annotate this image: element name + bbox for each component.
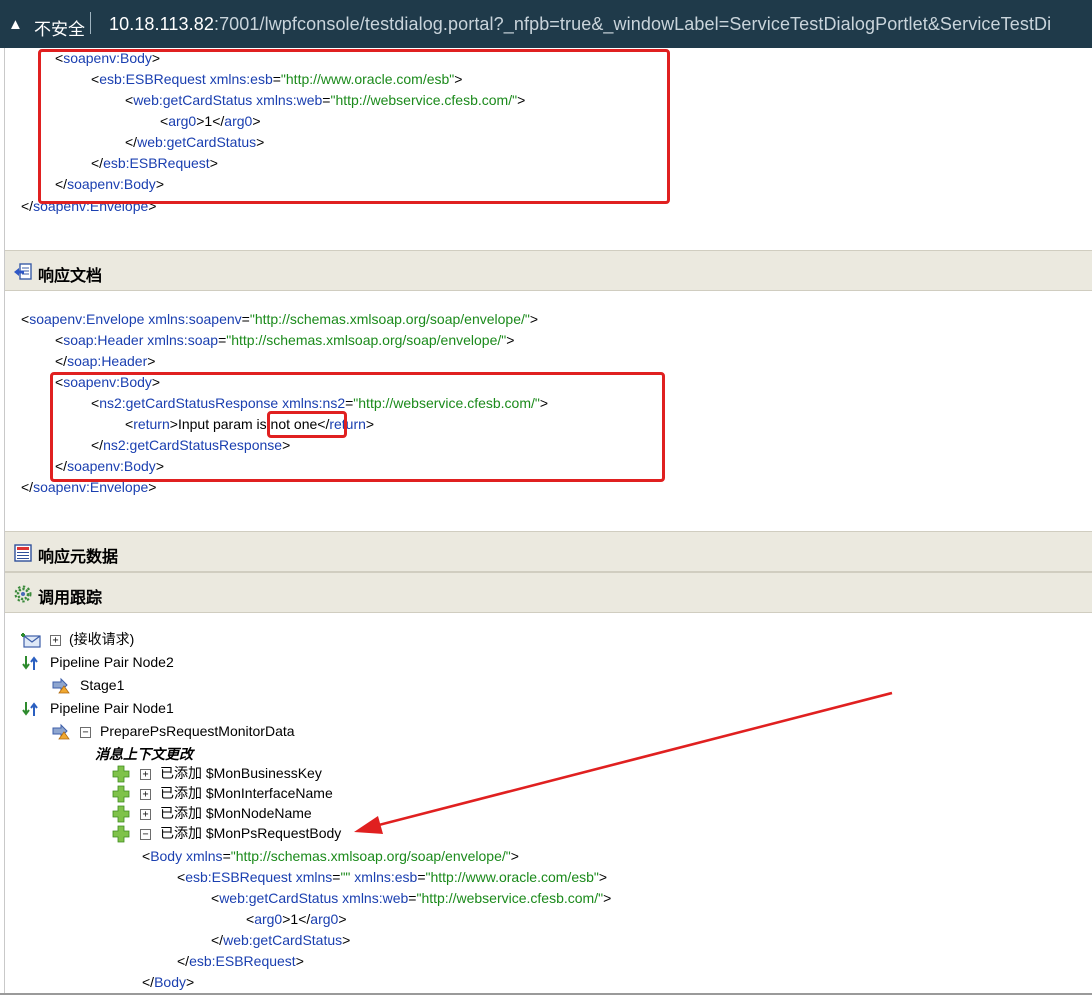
url-path: :7001/lwpfconsole/testdialog.portal?_nfp… — [213, 14, 1052, 34]
xml-line: <soapenv:Body> — [55, 374, 161, 390]
section-header-response-metadata[interactable]: 响应元数据 — [5, 531, 1092, 572]
xml-line: <Body xmlns="http://schemas.xmlsoap.org/… — [142, 848, 519, 864]
pipeline-pair-icon — [22, 656, 38, 670]
metadata-icon — [14, 544, 32, 562]
section-title: 响应元数据 — [38, 547, 119, 566]
xml-line: <ns2:getCardStatusResponse xmlns:ns2="ht… — [91, 395, 549, 411]
stage-icon — [52, 677, 70, 694]
xml-line: </web:getCardStatus> — [211, 932, 351, 948]
expand-toggle[interactable]: + — [140, 769, 151, 780]
response-return-value: Input param is not one — [177, 416, 318, 432]
xml-line: <soap:Header xmlns:soap="http://schemas.… — [55, 332, 515, 348]
xml-line: <esb:ESBRequest xmlns="" xmlns:esb="http… — [177, 869, 608, 885]
xml-line: <return>Input param is not one</return> — [125, 416, 375, 432]
add-icon — [112, 805, 130, 823]
warning-icon[interactable]: ▲ — [8, 16, 23, 33]
separator — [90, 12, 91, 34]
test-console-panel: <soapenv:Body> <esb:ESBRequest xmlns:esb… — [4, 48, 1092, 994]
xml-line: <arg0>1</arg0> — [246, 911, 347, 927]
context-changes-label: 消息上下文更改 — [95, 747, 193, 763]
xml-line: </soapenv:Envelope> — [21, 198, 157, 214]
section-title: 响应文档 — [38, 266, 103, 285]
xml-line: </soap:Header> — [55, 353, 156, 369]
xml-line: </soapenv:Body> — [55, 458, 164, 474]
stage-icon — [52, 723, 70, 740]
xml-line: </Body> — [142, 974, 195, 990]
envelope-icon — [21, 633, 41, 648]
url-host: 10.18.113.82 — [109, 14, 214, 34]
gear-icon — [14, 585, 32, 603]
section-title: 调用跟踪 — [38, 588, 103, 607]
xml-line: </esb:ESBRequest> — [177, 953, 304, 969]
pipeline-pair-icon — [22, 702, 38, 716]
expand-toggle[interactable]: + — [50, 635, 61, 646]
tree-item-node2[interactable]: Pipeline Pair Node2 — [50, 652, 174, 673]
url-text[interactable]: 10.18.113.82:7001/lwpfconsole/testdialog… — [109, 14, 1051, 35]
section-header-response-document[interactable]: 响应文档 — [5, 250, 1092, 291]
xml-line: <web:getCardStatus xmlns:web="http://web… — [211, 890, 612, 906]
tree-item-added[interactable]: 已添加 $MonInterfaceName — [160, 783, 333, 804]
expand-toggle[interactable]: + — [140, 789, 151, 800]
tree-item-added[interactable]: 已添加 $MonBusinessKey — [160, 763, 322, 784]
insecure-label[interactable]: 不安全 — [34, 15, 85, 40]
xml-line: <arg0>1</arg0> — [160, 113, 261, 129]
xml-line: <soapenv:Envelope xmlns:soapenv="http://… — [21, 311, 539, 327]
tree-item-receive-request[interactable]: (接收请求) — [69, 629, 134, 650]
tree-item-added[interactable]: 已添加 $MonPsRequestBody — [160, 823, 341, 844]
xml-line: </soapenv:Body> — [55, 176, 164, 192]
xml-line: </ns2:getCardStatusResponse> — [91, 437, 291, 453]
collapse-toggle[interactable]: − — [80, 727, 91, 738]
tree-item-prepare[interactable]: PreparePsRequestMonitorData — [100, 721, 295, 742]
address-bar[interactable]: ▲ 不安全 10.18.113.82:7001/lwpfconsole/test… — [0, 0, 1092, 48]
xml-line: <esb:ESBRequest xmlns:esb="http://www.or… — [91, 71, 463, 87]
response-document-icon — [14, 263, 32, 280]
tree-item-node1[interactable]: Pipeline Pair Node1 — [50, 698, 174, 719]
tree-item-stage1[interactable]: Stage1 — [80, 675, 124, 696]
collapse-toggle[interactable]: − — [140, 829, 151, 840]
tree-item-added[interactable]: 已添加 $MonNodeName — [160, 803, 312, 824]
xml-line: </soapenv:Envelope> — [21, 479, 157, 495]
xml-line: </web:getCardStatus> — [125, 134, 265, 150]
add-icon — [112, 765, 130, 783]
section-header-call-trace[interactable]: 调用跟踪 — [5, 572, 1092, 613]
add-icon — [112, 825, 130, 843]
xml-line: <web:getCardStatus xmlns:web="http://web… — [125, 92, 526, 108]
add-icon — [112, 785, 130, 803]
xml-line: <soapenv:Body> — [55, 50, 161, 66]
expand-toggle[interactable]: + — [140, 809, 151, 820]
xml-line: </esb:ESBRequest> — [91, 155, 218, 171]
